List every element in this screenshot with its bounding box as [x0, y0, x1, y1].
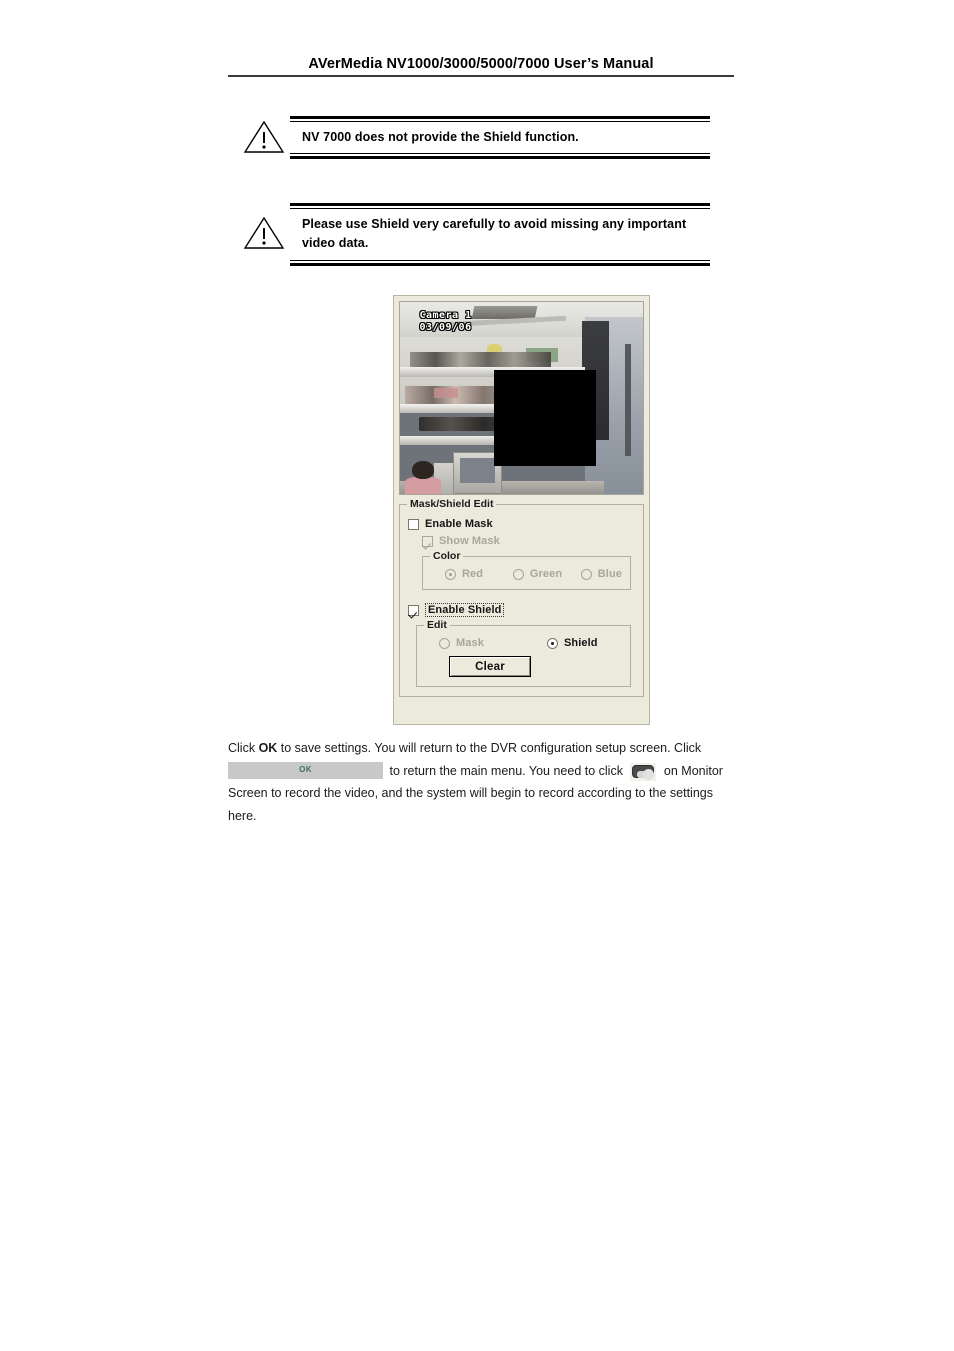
osd-camera-label: Camera 1: [419, 309, 472, 321]
ok-bold-word: OK: [258, 741, 278, 755]
instruction-paragraph: Click OK to save settings. You will retu…: [228, 737, 724, 827]
paragraph-part-1: Click: [228, 741, 259, 755]
clear-button[interactable]: Clear: [449, 656, 531, 677]
edit-shield-radio[interactable]: [547, 637, 558, 649]
color-option-green[interactable]: Green: [512, 568, 581, 580]
color-group: Color Red Green Blue: [422, 550, 631, 590]
note-box-shield-caution: Please use Shield very carefully to avoi…: [238, 203, 710, 266]
paragraph-part-2: to save settings. You will return to the…: [277, 741, 702, 755]
ok-button-label: OK: [299, 764, 312, 774]
warning-triangle-icon: [238, 203, 290, 266]
enable-mask-checkbox[interactable]: [408, 518, 419, 530]
edit-mask-radio[interactable]: [439, 637, 450, 649]
edit-option-mask[interactable]: Mask: [439, 637, 547, 649]
note-text: NV 7000 does not provide the Shield func…: [302, 130, 579, 144]
enable-mask-label: Enable Mask: [425, 518, 493, 530]
color-green-radio[interactable]: [512, 568, 524, 580]
mask-shield-dialog-screenshot: Camera 1 03/09/06 Mask/Shield Edit Enabl…: [393, 295, 650, 725]
osd-overlay: Camera 1 03/09/06: [419, 310, 471, 335]
show-mask-label: Show Mask: [439, 535, 500, 547]
color-blue-label: Blue: [597, 568, 622, 580]
paragraph-part-3: to return the main menu. You need to cli…: [386, 763, 627, 778]
edit-shield-label: Shield: [564, 637, 598, 649]
enable-shield-label: Enable Shield: [425, 603, 505, 617]
color-red-label: Red: [462, 568, 484, 580]
edit-group-title: Edit: [424, 619, 450, 631]
header-rule: [228, 75, 734, 77]
ok-button-screenshot[interactable]: OK: [228, 761, 383, 779]
edit-option-shield[interactable]: Shield: [547, 637, 598, 649]
show-mask-row[interactable]: Show Mask: [422, 535, 635, 547]
show-mask-checkbox[interactable]: [422, 535, 433, 547]
page-header: AVerMedia NV1000/3000/5000/7000 User’s M…: [228, 56, 734, 77]
edit-options-row: Mask Shield: [425, 637, 622, 649]
note-body: Please use Shield very carefully to avoi…: [290, 203, 710, 266]
manual-title: AVerMedia NV1000/3000/5000/7000 User’s M…: [308, 56, 654, 72]
color-options-row: Red Green Blue: [431, 568, 622, 580]
edit-group: Edit Mask Shield Clear: [416, 619, 631, 687]
color-green-label: Green: [529, 568, 563, 580]
enable-shield-row[interactable]: Enable Shield: [408, 603, 635, 617]
color-blue-radio[interactable]: [580, 568, 592, 580]
color-option-red[interactable]: Red: [445, 568, 513, 580]
note-text: Please use Shield very carefully to avoi…: [302, 217, 687, 251]
note-box-shield-unsupported: NV 7000 does not provide the Shield func…: [238, 116, 710, 160]
note-body: NV 7000 does not provide the Shield func…: [290, 116, 710, 160]
record-toggle-icon[interactable]: [630, 762, 657, 781]
color-red-radio[interactable]: [445, 568, 456, 580]
enable-shield-checkbox[interactable]: [408, 604, 419, 616]
color-group-title: Color: [430, 550, 464, 562]
mask-shield-edit-group: Mask/Shield Edit Enable Mask Show Mask C…: [399, 498, 644, 697]
shield-region-overlay[interactable]: [493, 370, 596, 467]
edit-mask-label: Mask: [456, 637, 484, 649]
osd-date-label: 03/09/06: [419, 322, 472, 334]
mask-shield-edit-group-title: Mask/Shield Edit: [407, 498, 497, 510]
color-option-blue[interactable]: Blue: [580, 568, 622, 580]
warning-triangle-icon: [238, 116, 290, 159]
video-preview[interactable]: Camera 1 03/09/06: [399, 301, 644, 495]
enable-mask-row[interactable]: Enable Mask: [408, 518, 635, 530]
